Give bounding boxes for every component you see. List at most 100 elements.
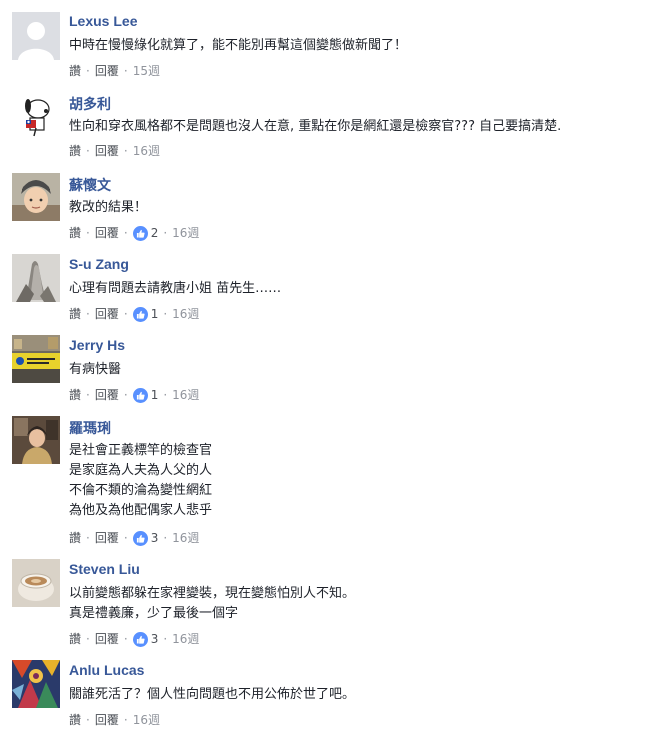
avatar[interactable] bbox=[12, 335, 60, 383]
separator: · bbox=[86, 144, 90, 158]
separator: · bbox=[86, 632, 90, 646]
comment-text: 有病快醫 bbox=[69, 360, 121, 380]
reply-link[interactable]: 回覆 bbox=[95, 712, 119, 728]
separator: · bbox=[123, 226, 128, 240]
comment-actions: 讚 · 回覆 · 2 · 16週 bbox=[69, 225, 199, 241]
comment-text: 心理有問題去請教唐小姐 苗先生…… bbox=[69, 279, 281, 299]
comment-author[interactable]: 蘇懷文 bbox=[69, 175, 111, 195]
thumbs-up-icon bbox=[132, 225, 148, 241]
avatar[interactable] bbox=[12, 254, 60, 302]
reply-link[interactable]: 回覆 bbox=[95, 143, 119, 159]
praying-hands-avatar-icon bbox=[12, 254, 60, 302]
separator: · bbox=[86, 388, 90, 402]
avatar[interactable] bbox=[12, 173, 60, 221]
separator: · bbox=[86, 226, 90, 240]
comment-actions: 讚 · 回覆 · 3 · 16週 bbox=[69, 530, 199, 546]
avatar[interactable] bbox=[12, 660, 60, 708]
comment-time[interactable]: 16週 bbox=[172, 306, 199, 322]
comment-text: 中時在慢慢綠化就算了，能不能別再幫這個變態做新聞了！ bbox=[69, 36, 407, 56]
like-count-badge[interactable]: 1 bbox=[132, 387, 159, 403]
comment-time[interactable]: 15週 bbox=[133, 63, 160, 79]
default-user-icon bbox=[12, 12, 60, 60]
reply-link[interactable]: 回覆 bbox=[95, 530, 119, 546]
reply-link[interactable]: 回覆 bbox=[95, 63, 119, 79]
child-photo-avatar-icon bbox=[12, 173, 60, 221]
comment-author[interactable]: Lexus Lee bbox=[69, 13, 137, 29]
comment-line: 為他及為他配偶家人悲乎 bbox=[69, 503, 213, 518]
like-link[interactable]: 讚 bbox=[69, 143, 81, 159]
comment-time[interactable]: 16週 bbox=[133, 712, 160, 728]
comment-time[interactable]: 16週 bbox=[172, 631, 199, 647]
comment-time[interactable]: 16週 bbox=[172, 530, 199, 546]
comment-time[interactable]: 16週 bbox=[172, 225, 199, 241]
separator: · bbox=[123, 64, 128, 78]
comment-line: 是社會正義標竿的檢查官 bbox=[69, 443, 213, 458]
comment-actions: 讚 · 回覆 · 3 · 16週 bbox=[69, 631, 199, 647]
comment-line: 真是禮義廉，少了最後一個字 bbox=[69, 606, 239, 621]
comment-text: 關誰死活了？個人性向問題也不用公佈於世了吧。 bbox=[69, 685, 355, 705]
comment-actions: 讚 · 回覆 · 15週 bbox=[69, 63, 160, 79]
separator: · bbox=[163, 226, 168, 240]
avatar[interactable] bbox=[12, 416, 60, 464]
like-count-badge[interactable]: 1 bbox=[132, 306, 159, 322]
snoopy-avatar-icon bbox=[12, 92, 60, 140]
comment-line: 中時在慢慢綠化就算了，能不能別再幫這個變態做新聞了！ bbox=[69, 38, 408, 53]
thumbs-up-icon bbox=[132, 631, 148, 647]
separator: · bbox=[86, 531, 90, 545]
comment-actions: 讚 · 回覆 · 1 · 16週 bbox=[69, 387, 199, 403]
comment-author[interactable]: Jerry Hs bbox=[69, 337, 125, 353]
comment-line: 是家庭為人夫為人父的人 bbox=[69, 463, 213, 478]
comment-author[interactable]: S-u Zang bbox=[69, 256, 129, 272]
comment-author[interactable]: 胡多利 bbox=[69, 94, 111, 114]
thumbs-up-icon bbox=[132, 306, 148, 322]
comment-actions: 讚 · 回覆 · 1 · 16週 bbox=[69, 306, 199, 322]
separator: · bbox=[123, 632, 128, 646]
like-link[interactable]: 讚 bbox=[69, 306, 81, 322]
like-link[interactable]: 讚 bbox=[69, 63, 81, 79]
reply-link[interactable]: 回覆 bbox=[95, 631, 119, 647]
like-link[interactable]: 讚 bbox=[69, 225, 81, 241]
separator: · bbox=[123, 144, 128, 158]
like-count: 3 bbox=[150, 531, 159, 545]
avatar[interactable] bbox=[12, 12, 60, 60]
comment-text: 性向和穿衣風格都不是問題也沒人在意, 重點在你是網紅還是檢察官??? 自己要搞清… bbox=[69, 117, 561, 137]
separator: · bbox=[163, 632, 168, 646]
like-count-badge[interactable]: 3 bbox=[132, 530, 159, 546]
like-count-badge[interactable]: 2 bbox=[132, 225, 158, 241]
comment-text: 教改的結果！ bbox=[69, 198, 147, 218]
reply-link[interactable]: 回覆 bbox=[95, 306, 119, 322]
comment-author[interactable]: Anlu Lucas bbox=[69, 662, 144, 678]
separator: · bbox=[86, 307, 90, 321]
like-count: 3 bbox=[150, 632, 159, 646]
art-painting-avatar-icon bbox=[12, 660, 60, 708]
separator: · bbox=[163, 307, 168, 321]
thumbs-up-icon bbox=[132, 530, 148, 546]
comment-line: 心理有問題去請教唐小姐 苗先生…… bbox=[69, 281, 282, 296]
separator: · bbox=[123, 531, 128, 545]
like-link[interactable]: 讚 bbox=[69, 387, 81, 403]
avatar[interactable] bbox=[12, 559, 60, 607]
like-count: 1 bbox=[150, 388, 159, 402]
reply-link[interactable]: 回覆 bbox=[95, 225, 119, 241]
avatar[interactable] bbox=[12, 92, 60, 140]
separator: · bbox=[163, 388, 168, 402]
like-link[interactable]: 讚 bbox=[69, 530, 81, 546]
comment-text: 是社會正義標竿的檢查官 是家庭為人夫為人父的人 不倫不類的淪為變性網紅 為他及為… bbox=[69, 441, 212, 521]
reply-link[interactable]: 回覆 bbox=[95, 387, 119, 403]
comment-actions: 讚 · 回覆 · 16週 bbox=[69, 712, 160, 728]
like-link[interactable]: 讚 bbox=[69, 712, 81, 728]
comment-time[interactable]: 16週 bbox=[172, 387, 199, 403]
like-count-badge[interactable]: 3 bbox=[132, 631, 159, 647]
separator: · bbox=[86, 713, 90, 727]
comment-author[interactable]: 羅瑪琍 bbox=[69, 418, 111, 438]
like-link[interactable]: 讚 bbox=[69, 631, 81, 647]
woman-photo-avatar-icon bbox=[12, 416, 60, 464]
comment-author[interactable]: Steven Liu bbox=[69, 561, 140, 577]
protest-banner-avatar-icon bbox=[12, 335, 60, 383]
comment-line: 以前變態都躲在家裡變裝，現在變態怕別人不知。 bbox=[69, 586, 356, 601]
comment-text: 以前變態都躲在家裡變裝，現在變態怕別人不知。 真是禮義廉，少了最後一個字 bbox=[69, 584, 355, 624]
comment-time[interactable]: 16週 bbox=[133, 143, 160, 159]
comment-line: 教改的結果！ bbox=[69, 200, 148, 215]
like-count: 1 bbox=[150, 307, 159, 321]
comment-line: 性向和穿衣風格都不是問題也沒人在意, 重點在你是網紅還是檢察官??? 自己要搞清… bbox=[69, 119, 562, 134]
